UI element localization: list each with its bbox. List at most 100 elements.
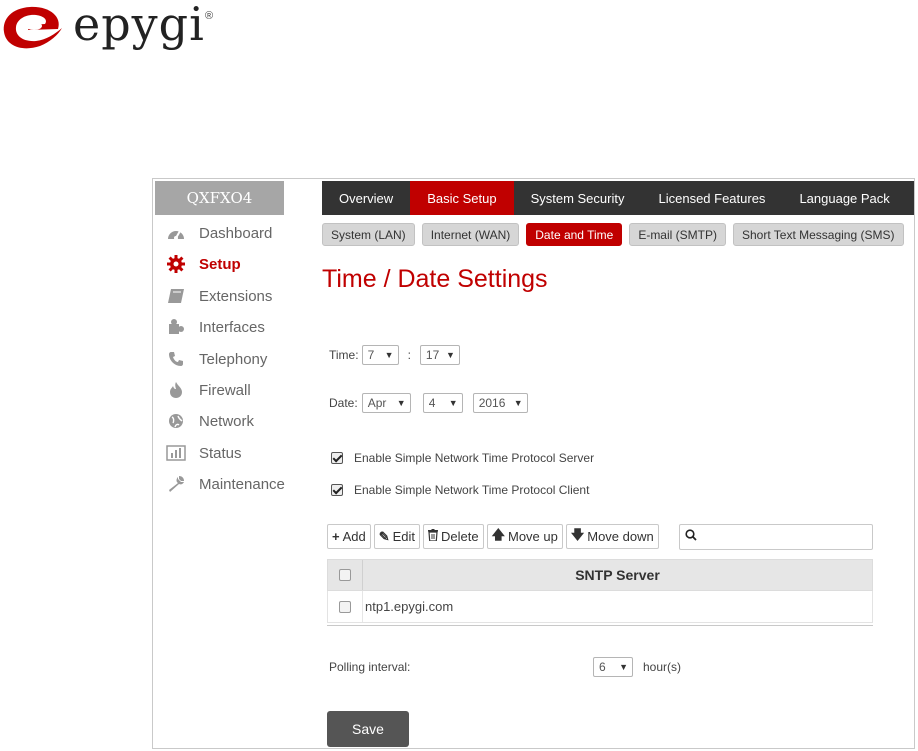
time-separator: : (407, 348, 411, 362)
sntp-client-checkbox[interactable] (331, 484, 343, 496)
day-value: 4 (428, 396, 436, 410)
time-row: Time: 7 ▼ : 17 ▼ (329, 345, 460, 365)
table-footer-line (327, 623, 873, 626)
arrow-down-icon: 🡇 (570, 526, 585, 542)
sidebar-item-label: Interfaces (199, 318, 265, 336)
sidebar-item-label: Setup (199, 255, 241, 273)
sntp-client-label: Enable Simple Network Time Protocol Clie… (354, 483, 590, 497)
trash-icon (428, 529, 439, 544)
device-name: QXFXO4 (155, 181, 284, 215)
puzzle-icon (165, 318, 187, 336)
phone-icon (165, 351, 187, 367)
sidebar-item-setup[interactable]: Setup (165, 252, 241, 276)
arrow-up-icon: 🡅 (491, 526, 505, 542)
tab-language-pack[interactable]: Language Pack (782, 181, 906, 215)
search-icon (685, 528, 697, 546)
row-checkbox[interactable] (339, 600, 351, 613)
subtab-date-and-time[interactable]: Date and Time (526, 223, 623, 246)
sidebar-item-network[interactable]: Network (165, 409, 254, 433)
minute-value: 17 (425, 348, 440, 362)
move-down-button[interactable]: 🡇 Move down (565, 524, 659, 549)
header-checkbox-cell (328, 560, 363, 590)
sntp-server-cell: ntp1.epygi.com (365, 599, 454, 614)
bar-chart-icon (165, 445, 187, 461)
polling-value: 6 (599, 660, 606, 674)
epygi-logo-mark (3, 6, 62, 49)
chevron-down-icon: ▼ (448, 398, 458, 408)
subtab-internet-wan[interactable]: Internet (WAN) (421, 223, 520, 246)
minute-select[interactable]: 17 ▼ (419, 345, 460, 365)
chevron-down-icon: ▼ (384, 350, 394, 360)
month-value: Apr (367, 396, 387, 410)
delete-button[interactable]: Delete (423, 524, 484, 549)
search-box[interactable] (679, 524, 873, 550)
sidebar-item-dashboard[interactable]: Dashboard (165, 221, 272, 245)
polling-row: Polling interval: 6 ▼ hour(s) (329, 657, 875, 677)
delete-label: Delete (441, 529, 479, 544)
chevron-down-icon: ▼ (396, 398, 406, 408)
move-up-button[interactable]: 🡅 Move up (486, 524, 563, 549)
sub-tabs: System (LAN) Internet (WAN) Date and Tim… (322, 223, 911, 246)
epygi-logo: epygi ® (0, 0, 230, 54)
row-checkbox-cell (328, 591, 363, 622)
sidebar-item-extensions[interactable]: Extensions (165, 284, 272, 308)
sidebar-item-label: Extensions (199, 287, 273, 305)
subtab-email-smtp[interactable]: E-mail (SMTP) (629, 223, 726, 246)
tab-basic-setup[interactable]: Basic Setup (410, 181, 514, 215)
sntp-client-option: Enable Simple Network Time Protocol Clie… (329, 483, 589, 497)
search-input[interactable] (701, 529, 861, 545)
subtab-sms[interactable]: Short Text Messaging (SMS) (732, 223, 904, 246)
table-header: SNTP Server (327, 559, 873, 591)
sidebar-item-status[interactable]: Status (165, 441, 242, 465)
year-select[interactable]: 2016 ▼ (472, 393, 528, 413)
date-row: Date: Apr ▼ 4 ▼ 2016 ▼ (329, 393, 528, 413)
chevron-down-icon: ▼ (619, 662, 628, 672)
sidebar-item-telephony[interactable]: Telephony (165, 347, 267, 371)
day-select[interactable]: 4 ▼ (422, 393, 463, 413)
table-row[interactable]: ntp1.epygi.com (327, 591, 873, 623)
polling-select[interactable]: 6 ▼ (593, 657, 633, 677)
polling-unit: hour(s) (643, 660, 682, 674)
main-tabs: Overview Basic Setup System Security Lic… (322, 181, 914, 215)
page-title: Time / Date Settings (322, 265, 548, 293)
registered-mark: ® (205, 10, 214, 22)
sidebar-item-firewall[interactable]: Firewall (165, 378, 251, 402)
edit-label: Edit (392, 529, 416, 544)
logo-wordmark: epygi (73, 0, 205, 51)
globe-icon (165, 413, 187, 429)
add-button[interactable]: + Add (327, 524, 371, 549)
tab-licensed-features[interactable]: Licensed Features (641, 181, 782, 215)
wrench-icon (165, 475, 187, 493)
sidebar-item-label: Dashboard (199, 224, 273, 242)
sntp-server-label: Enable Simple Network Time Protocol Serv… (354, 451, 595, 465)
main-frame: QXFXO4 Dashboard Setup Extensions Interf… (152, 178, 915, 749)
select-all-checkbox[interactable] (339, 569, 351, 581)
book-icon (165, 288, 187, 304)
subtab-system-lan[interactable]: System (LAN) (322, 223, 415, 246)
month-select[interactable]: Apr ▼ (361, 393, 411, 413)
dashboard-icon (165, 225, 187, 241)
sidebar-item-label: Status (199, 444, 242, 462)
hour-select[interactable]: 7 ▼ (361, 345, 399, 365)
chevron-down-icon: ▼ (513, 398, 523, 408)
plus-icon: + (332, 529, 340, 544)
sidebar-item-label: Maintenance (199, 475, 285, 493)
tab-overview[interactable]: Overview (322, 181, 410, 215)
move-down-label: Move down (587, 529, 654, 544)
pencil-icon: ✎ (378, 528, 390, 544)
sidebar-item-label: Network (199, 412, 255, 430)
sidebar-item-maintenance[interactable]: Maintenance (165, 472, 285, 496)
time-label: Time: (329, 348, 359, 362)
add-label: Add (342, 529, 366, 544)
save-button[interactable]: Save (327, 711, 409, 747)
date-label: Date: (329, 396, 358, 410)
sntp-server-checkbox[interactable] (331, 452, 343, 464)
column-header-sntp-server[interactable]: SNTP Server (363, 560, 872, 590)
server-toolbar: + Add ✎ Edit Delete 🡅 Move up 🡇 Move down (327, 524, 662, 549)
sntp-server-option: Enable Simple Network Time Protocol Serv… (329, 451, 594, 465)
tab-system-security[interactable]: System Security (514, 181, 642, 215)
edit-button[interactable]: ✎ Edit (373, 524, 421, 549)
hour-value: 7 (367, 348, 375, 362)
sidebar-item-interfaces[interactable]: Interfaces (165, 315, 265, 339)
flame-icon (165, 381, 187, 399)
